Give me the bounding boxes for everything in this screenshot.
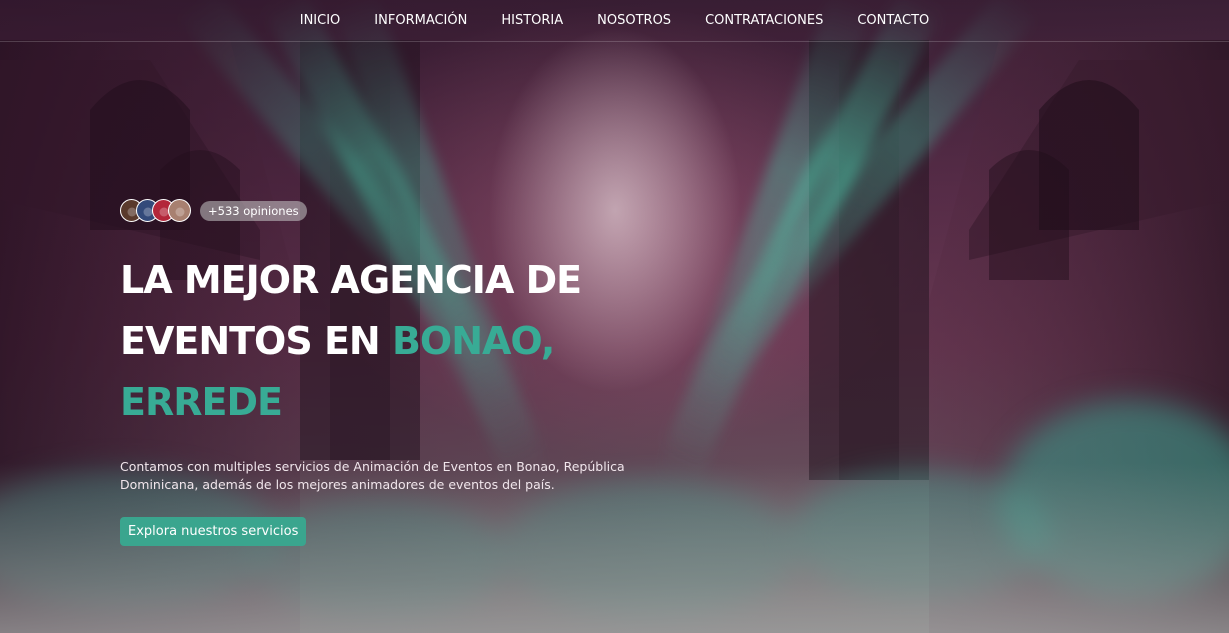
nav-item-inicio[interactable]: INICIO <box>283 13 358 28</box>
hero-description: Contamos con multiples servicios de Anim… <box>120 459 625 493</box>
nav-item-nosotros[interactable]: NOSOTROS <box>580 13 688 28</box>
main-navigation: INICIO INFORMACIÓN HISTORIA NOSOTROS CON… <box>0 0 1229 42</box>
nav-item-contacto[interactable]: CONTACTO <box>840 13 946 28</box>
nav-item-historia[interactable]: HISTORIA <box>484 13 580 28</box>
headline-line-2: EVENTOS EN BONAO, <box>120 311 740 372</box>
nav-item-informacion[interactable]: INFORMACIÓN <box>357 13 484 28</box>
explore-services-button[interactable]: Explora nuestros servicios <box>120 516 307 546</box>
hero-content: +533 opiniones LA MEJOR AGENCIA DE EVENT… <box>120 197 740 546</box>
reviewer-avatars <box>120 199 191 222</box>
avatar <box>168 199 191 222</box>
headline-accent-city: BONAO, <box>391 319 555 363</box>
nav-item-contrataciones[interactable]: CONTRATACIONES <box>688 13 840 28</box>
headline-line-1: LA MEJOR AGENCIA DE <box>120 258 582 302</box>
reviews-summary: +533 opiniones <box>120 197 740 224</box>
headline-line-2-text: EVENTOS EN <box>120 319 392 363</box>
reviews-count-badge: +533 opiniones <box>200 200 307 221</box>
hero-section: INICIO INFORMACIÓN HISTORIA NOSOTROS CON… <box>0 0 1229 633</box>
page-title: LA MEJOR AGENCIA DE EVENTOS EN BONAO, ER… <box>120 250 740 433</box>
headline-accent-brand: ERREDE <box>120 380 283 424</box>
